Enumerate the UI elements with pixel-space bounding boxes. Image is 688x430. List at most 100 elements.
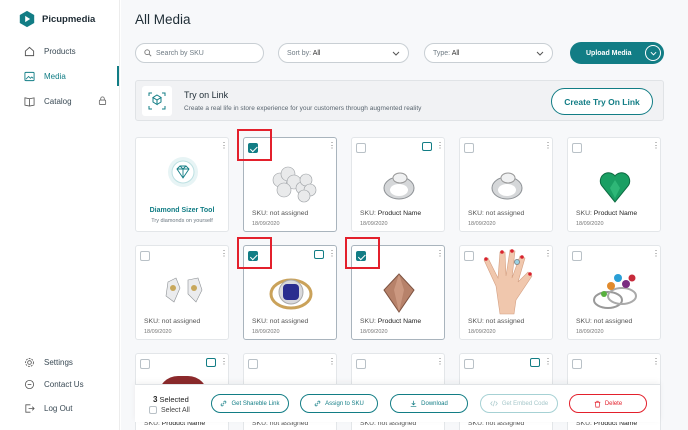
silver-ring-image [383,172,415,200]
sku-value: Product Name [593,210,638,217]
select-checkbox[interactable] [464,359,474,369]
more-icon[interactable]: ⋮ [436,250,444,258]
search-input[interactable]: Search by SKU [135,43,264,63]
share-label: Get Shareble Link [231,400,280,407]
card-sku: SKU: Product Name [360,318,421,325]
selected-label: Selected [159,395,189,404]
select-all-checkbox[interactable]: Select All [149,406,190,414]
more-icon[interactable]: ⋮ [544,142,552,150]
media-card[interactable]: ⋮ SKU: Product Name 18/09/2020 [351,137,445,232]
more-icon[interactable]: ⋮ [652,142,660,150]
select-checkbox[interactable] [464,143,474,153]
select-checkbox[interactable] [140,251,150,261]
card-date: 18/09/2020 [576,329,604,335]
assign-to-sku-button[interactable]: Assign to SKU [300,394,378,413]
tag-icon[interactable] [422,142,432,151]
card-date: 18/09/2020 [468,329,496,335]
more-icon[interactable]: ⋮ [220,358,228,366]
type-value: All [451,49,460,57]
sidebar-item-media[interactable]: Media [24,69,66,83]
more-icon[interactable]: ⋮ [436,142,444,150]
download-button[interactable]: Download [390,394,468,413]
sku-label: SKU: [576,210,592,217]
tag-icon[interactable] [314,250,324,259]
type-select[interactable]: Type: All [424,43,553,63]
banner-title: Try on Link [184,90,229,100]
media-card[interactable]: ⋮ SKU: Product Name 18/09/2020 [567,137,661,232]
sidebar-item-contact[interactable]: Contact Us [24,377,84,391]
media-card[interactable]: ⋮ SKU: not assigned 18/09/2020 [567,245,661,340]
sort-select[interactable]: Sort by: All [278,43,409,63]
more-icon[interactable]: ⋮ [328,358,336,366]
card-date: 18/09/2020 [144,329,172,335]
download-icon [410,400,417,407]
more-icon[interactable]: ⋮ [436,358,444,366]
sku-label: SKU: [576,318,592,325]
chat-icon [24,379,35,389]
select-checkbox[interactable] [572,143,582,153]
more-icon[interactable]: ⋮ [328,250,336,258]
card-sku: SKU: Product Name [360,210,421,217]
sku-value: not assigned [269,210,309,217]
video-icon[interactable] [206,358,216,367]
more-icon[interactable]: ⋮ [652,358,660,366]
media-card[interactable]: ⋮ SKU: not assigned 18/09/2020 [459,245,553,340]
card-date: 18/09/2020 [576,221,604,227]
media-card[interactable]: ⋮ SKU: not assigned 18/09/2020 [459,137,553,232]
select-checkbox[interactable] [572,359,582,369]
hand-ring-image [483,249,533,315]
media-card[interactable]: ⋮ SKU: not assigned 18/09/2020 [135,245,229,340]
sku-label: SKU: [360,210,376,217]
more-icon[interactable]: ⋮ [328,142,336,150]
select-checkbox[interactable] [356,359,366,369]
card-date: 18/09/2020 [360,329,388,335]
upload-dropdown-toggle[interactable] [645,45,661,61]
more-icon[interactable]: ⋮ [544,250,552,258]
link-icon [221,400,227,407]
selection-highlight [345,237,380,269]
sku-value: not assigned [485,318,525,325]
sidebar-item-catalog[interactable]: Catalog [24,94,72,108]
create-try-on-link-button[interactable]: Create Try On Link [551,88,653,115]
get-embed-code-button[interactable]: Get Embed Code [480,394,558,413]
sidebar-item-settings[interactable]: Settings [24,355,73,369]
sku-label: SKU: [252,210,268,217]
upload-media-button[interactable]: Upload Media [570,42,664,64]
selection-count: 3 Selected [153,395,189,404]
tag-icon[interactable] [530,358,540,367]
search-icon [144,49,152,57]
sku-value: Product Name [377,210,422,217]
app-name: Picupmedia [42,13,96,25]
download-label: Download [421,400,448,407]
more-icon[interactable]: ⋮ [652,250,660,258]
code-icon [490,400,498,407]
sidebar-item-logout[interactable]: Log Out [24,401,72,415]
diamond-tool-title: Diamond Sizer Tool [149,207,215,214]
sidebar-item-label: Media [44,71,66,81]
sku-value: Product Name [377,318,422,325]
select-checkbox[interactable] [356,143,366,153]
sku-label: SKU: [468,318,484,325]
select-checkbox[interactable] [140,359,150,369]
more-icon[interactable]: ⋮ [220,250,228,258]
select-checkbox[interactable] [572,251,582,261]
selected-number: 3 [153,395,158,404]
type-label: Type: [433,49,451,57]
delete-label: Delete [604,400,623,407]
sku-label: SKU: [468,210,484,217]
app-logo[interactable]: Picupmedia [18,10,95,28]
sidebar-item-products[interactable]: Products [24,44,76,58]
get-shareable-link-button[interactable]: Get Shareble Link [211,394,289,413]
logout-icon [25,403,35,413]
diamond-sizer-card[interactable]: ⋮ Diamond Sizer Tool Try diamonds on you… [135,137,229,232]
diamond-icon [168,157,198,187]
card-sku: SKU: not assigned [576,318,632,325]
morganite-gem-image [383,273,415,313]
sidebar-item-label: Catalog [44,96,72,106]
checkbox[interactable] [149,406,157,414]
delete-button[interactable]: Delete [569,394,647,413]
more-icon[interactable]: ⋮ [220,142,228,150]
link-icon [314,400,321,407]
select-checkbox[interactable] [248,359,258,369]
more-icon[interactable]: ⋮ [544,358,552,366]
